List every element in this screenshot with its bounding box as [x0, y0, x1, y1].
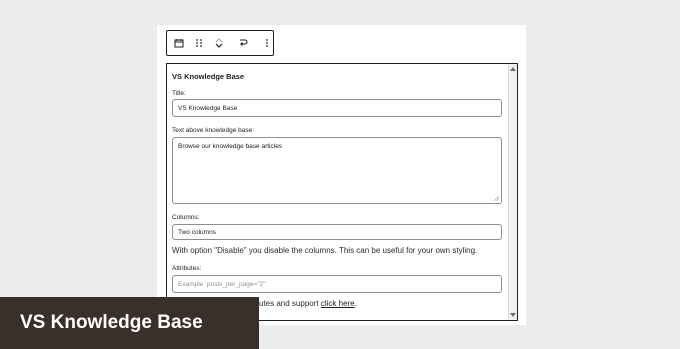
attributes-help-prefix: utes and support — [259, 299, 319, 308]
caption-banner: VS Knowledge Base — [0, 297, 259, 349]
attributes-placeholder: Example: posts_per_page="2" — [178, 280, 266, 288]
attributes-help-suffix: . — [354, 299, 357, 308]
block-toolbar-group-more — [255, 31, 279, 55]
title-input-value: VS Knowledge Base — [178, 104, 238, 112]
text-above-label: Text above knowledge base: — [172, 127, 255, 134]
title-label: Title: — [172, 90, 186, 97]
text-above-textarea[interactable]: Browse our knowledge base articles — [172, 137, 502, 204]
block-toolbar-group-main — [167, 31, 231, 55]
move-down-icon[interactable] — [215, 43, 223, 49]
click-here-link[interactable]: click here — [321, 299, 355, 308]
attributes-help-text: utes and support click here. — [259, 299, 357, 308]
title-input[interactable]: VS Knowledge Base — [172, 99, 502, 117]
caption-text: VS Knowledge Base — [20, 312, 203, 333]
more-options-icon[interactable] — [259, 32, 275, 54]
attributes-label: Attributes: — [172, 265, 202, 272]
columns-label: Columns: — [172, 214, 200, 221]
scroll-down-icon[interactable] — [510, 313, 516, 317]
resize-handle-icon[interactable] — [494, 196, 499, 201]
columns-help-text: With option "Disable" you disable the co… — [172, 246, 478, 255]
columns-select[interactable]: Two columns — [172, 224, 502, 240]
move-arrows — [211, 32, 227, 54]
calendar-icon[interactable] — [171, 32, 187, 54]
block-title: VS Knowledge Base — [172, 72, 245, 81]
panel-scrollbar[interactable] — [508, 64, 517, 320]
scroll-up-icon[interactable] — [510, 67, 516, 71]
attributes-input[interactable]: Example: posts_per_page="2" — [172, 275, 502, 293]
drag-handle-icon[interactable] — [191, 32, 207, 54]
columns-value: Two columns — [178, 228, 216, 236]
text-above-value: Browse our knowledge base articles — [178, 143, 283, 150]
knowledge-base-block-panel: VS Knowledge Base Title: VS Knowledge Ba… — [166, 63, 518, 321]
block-toolbar-group-transform — [231, 31, 255, 55]
block-toolbar — [166, 30, 274, 56]
transform-icon[interactable] — [235, 32, 251, 54]
